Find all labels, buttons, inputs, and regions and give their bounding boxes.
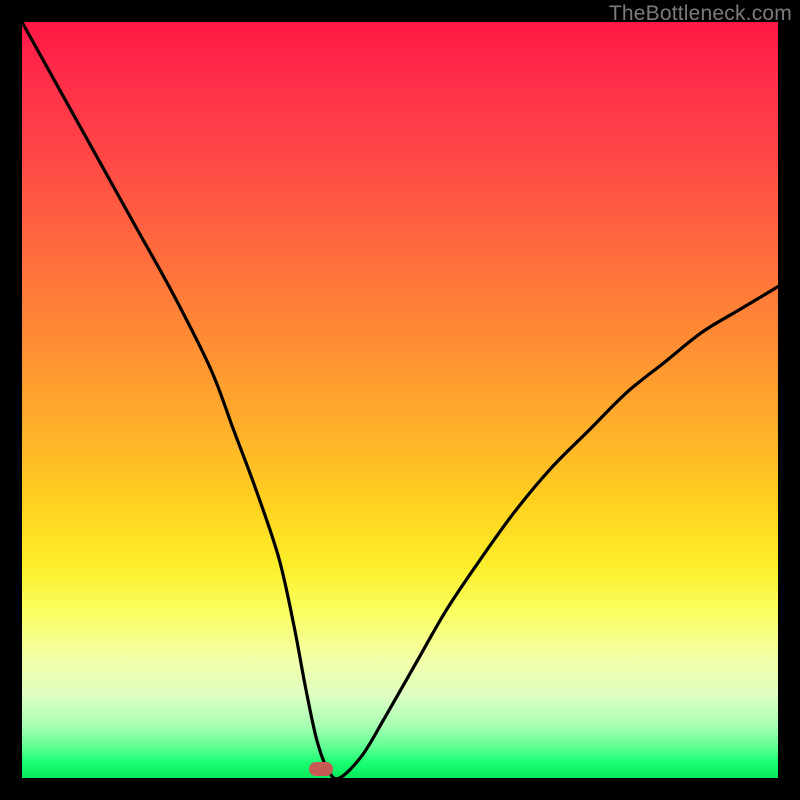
chart-frame: TheBottleneck.com xyxy=(0,0,800,800)
watermark-text: TheBottleneck.com xyxy=(609,2,792,26)
plot-area xyxy=(22,22,778,778)
optimum-marker xyxy=(309,762,333,776)
bottleneck-curve xyxy=(22,22,778,778)
